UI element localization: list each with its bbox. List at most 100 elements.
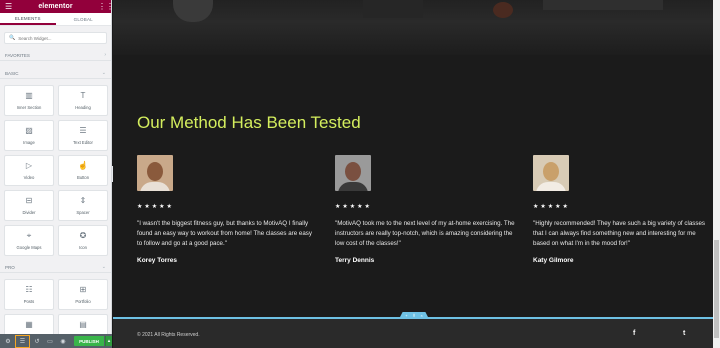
hero-shape	[173, 0, 213, 22]
copyright-text: © 2021 All Rights Reserved.	[137, 332, 200, 338]
widget-portfolio[interactable]: ⊞ Portfolio	[58, 279, 108, 310]
pro-label: PRO	[5, 264, 15, 270]
section-heading[interactable]: Our Method Has Been Tested	[137, 113, 361, 133]
map-icon: ⌖	[26, 231, 32, 240]
widget-google-maps[interactable]: ⌖ Google Maps	[4, 225, 54, 256]
favorites-category[interactable]: FAVORITES ›	[0, 50, 111, 61]
testimonial-card[interactable]: ★★★★★ "Highly recommended! They have suc…	[533, 155, 713, 264]
widget-label: Icon	[79, 245, 87, 250]
widget-divider[interactable]: ⊟ Divider	[4, 190, 54, 221]
widget-spacer[interactable]: ⇕ Spacer	[58, 190, 108, 221]
responsive-icon[interactable]: ▭	[44, 335, 56, 347]
avatar-body	[140, 182, 170, 191]
tab-elements[interactable]: ELEMENTS	[0, 13, 56, 25]
publish-button[interactable]: PUBLISH	[74, 336, 104, 346]
image-icon: ▨	[25, 126, 33, 135]
testimonial-card[interactable]: ★★★★★ "MotivAQ took me to the next level…	[335, 155, 515, 264]
text-editor-icon: ☰	[79, 126, 87, 135]
search-input[interactable]	[18, 35, 99, 41]
avatar-body	[536, 182, 566, 191]
navigator-icon[interactable]: ☰	[15, 334, 30, 348]
chevron-down-icon: ⌄	[101, 264, 106, 270]
star-rating: ★★★★★	[137, 204, 174, 210]
widget-label: Portfolio	[75, 299, 91, 304]
widget-search: 🔍	[4, 32, 107, 44]
widget-label: Spacer	[76, 210, 90, 215]
hamburger-icon[interactable]: ☰	[5, 2, 13, 11]
scrollbar-thumb[interactable]	[714, 240, 719, 338]
caret-up-icon[interactable]: ▴	[105, 336, 112, 346]
testimonial-author: Korey Torres	[137, 257, 177, 264]
panel-header: ☰ elementor ⋮⋮	[0, 0, 114, 13]
spacer-icon: ⇕	[79, 196, 87, 205]
testimonial-quote: "Highly recommended! They have such a bi…	[533, 220, 705, 247]
panel-footer: ⚙ ☰ ↺ ▭ ◉ PUBLISH ▴	[0, 334, 112, 348]
gallery-icon: ▦	[25, 320, 33, 329]
widget-label: Divider	[22, 210, 36, 215]
avatar-head	[147, 162, 163, 181]
button-icon: ☝	[78, 161, 88, 170]
widget-button[interactable]: ☝ Button	[58, 155, 108, 186]
testimonial-quote: "I wasn't the biggest fitness guy, but t…	[137, 220, 312, 247]
widget-image[interactable]: ▨ Image	[4, 120, 54, 151]
twitter-icon[interactable]: t	[683, 330, 685, 337]
preview-eye-icon[interactable]: ◉	[57, 335, 69, 347]
basic-category[interactable]: BASIC ⌄	[0, 68, 111, 79]
testimonial-author: Terry Dennis	[335, 257, 375, 264]
tab-global[interactable]: GLOBAL	[56, 13, 112, 25]
chevron-right-icon: ›	[104, 52, 106, 58]
avatar-head	[345, 162, 361, 181]
testimonial-quote: "MotivAQ took me to the next level of my…	[335, 220, 515, 247]
divider-icon: ⊟	[25, 196, 33, 205]
history-icon[interactable]: ↺	[31, 335, 43, 347]
widget-label: Heading	[75, 105, 91, 110]
portfolio-icon: ⊞	[79, 285, 87, 294]
widget-label: Inner Section	[16, 105, 42, 110]
avatar	[137, 155, 173, 191]
site-footer[interactable]: © 2021 All Rights Reserved. f t	[113, 317, 713, 348]
elements-panel: ☰ elementor ⋮⋮ ELEMENTS GLOBAL 🔍 FAVORIT…	[0, 0, 114, 348]
avatar	[533, 155, 569, 191]
widget-icon[interactable]: ✪ Icon	[58, 225, 108, 256]
columns-icon: ▥	[25, 91, 33, 100]
avatar-body	[338, 182, 368, 191]
form-icon: ▤	[79, 320, 87, 329]
elementor-editor: ☰ elementor ⋮⋮ ELEMENTS GLOBAL 🔍 FAVORIT…	[0, 0, 720, 348]
avatar	[335, 155, 371, 191]
widget-posts[interactable]: ☷ Posts	[4, 279, 54, 310]
chevron-down-icon: ⌄	[101, 70, 106, 76]
basic-label: BASIC	[5, 70, 19, 76]
hero-shape	[493, 2, 513, 18]
widget-label: Posts	[23, 299, 35, 304]
testimonial-card[interactable]: ★★★★★ "I wasn't the biggest fitness guy,…	[137, 155, 317, 264]
star-icon: ✪	[79, 231, 87, 240]
widget-text-editor[interactable]: ☰ Text Editor	[58, 120, 108, 151]
hero-image	[113, 0, 713, 55]
video-icon: ▷	[25, 161, 33, 170]
search-icon: 🔍	[9, 35, 16, 41]
widget-label: Text Editor	[73, 140, 93, 145]
heading-icon: T	[80, 91, 86, 100]
widget-inner-section[interactable]: ▥ Inner Section	[4, 85, 54, 116]
testimonial-author: Katy Gilmore	[533, 257, 574, 264]
elementor-logo: elementor	[38, 3, 73, 10]
hero-shape	[363, 0, 423, 18]
posts-icon: ☷	[25, 285, 33, 294]
star-rating: ★★★★★	[533, 204, 570, 210]
widget-label: Google Maps	[16, 245, 42, 250]
star-rating: ★★★★★	[335, 204, 372, 210]
page-preview: Our Method Has Been Tested ★★★★★ "I wasn…	[113, 0, 713, 348]
favorites-label: FAVORITES	[5, 52, 30, 58]
widget-label: Image	[23, 140, 35, 145]
widget-video[interactable]: ▷ Video	[4, 155, 54, 186]
widget-heading[interactable]: T Heading	[58, 85, 108, 116]
grid-icon[interactable]: ⋮⋮	[98, 2, 114, 11]
widget-label: Video	[23, 175, 35, 180]
facebook-icon[interactable]: f	[633, 330, 635, 337]
avatar-head	[543, 162, 559, 181]
scrollbar[interactable]	[713, 0, 720, 348]
settings-icon[interactable]: ⚙	[2, 335, 14, 347]
basic-widgets-grid: ▥ Inner Section T Heading ▨ Image ☰ Text…	[0, 79, 111, 260]
pro-category[interactable]: PRO ⌄	[0, 262, 111, 273]
hero-shape	[543, 0, 663, 10]
